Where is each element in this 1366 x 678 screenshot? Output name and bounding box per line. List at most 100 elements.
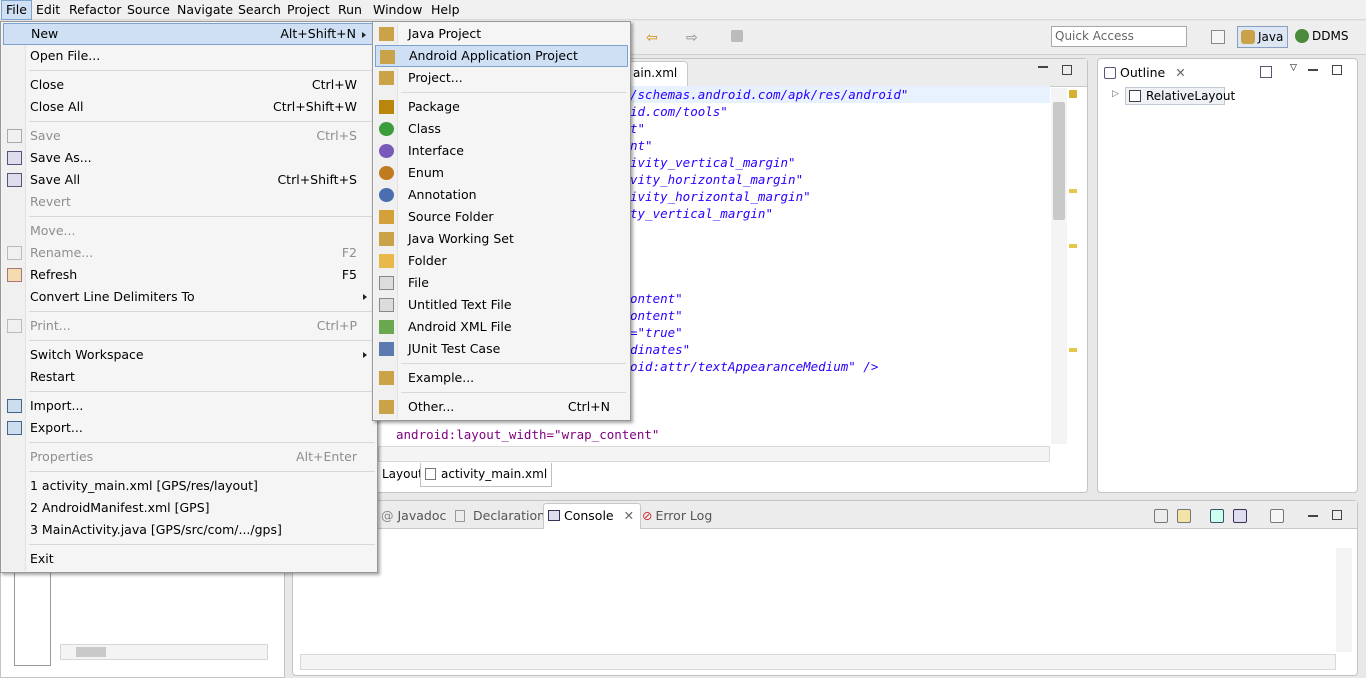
menu-item-example[interactable]: Example... bbox=[375, 367, 628, 389]
menu-item-revert[interactable]: Revert bbox=[3, 191, 375, 213]
menu-refactor[interactable]: Refactor bbox=[65, 0, 125, 20]
menu-item-switch-workspace[interactable]: Switch Workspace bbox=[3, 344, 375, 366]
explorer-horizontal-scrollbar[interactable] bbox=[60, 644, 268, 660]
menu-project[interactable]: Project bbox=[283, 0, 334, 20]
overview-marker[interactable] bbox=[1069, 189, 1077, 193]
menu-edit[interactable]: Edit bbox=[32, 0, 64, 20]
outline-tab[interactable]: Outline ✕ bbox=[1100, 61, 1194, 85]
menu-navigate[interactable]: Navigate bbox=[173, 0, 237, 20]
minimize-icon[interactable] bbox=[1308, 69, 1318, 71]
perspective-java[interactable]: Java bbox=[1237, 26, 1289, 48]
tree-item-relativelayout[interactable]: RelativeLayout bbox=[1125, 87, 1235, 105]
menu-item-android-xml-file[interactable]: Android XML File bbox=[375, 316, 628, 338]
menu-item-save-all[interactable]: Save All Ctrl+Shift+S bbox=[3, 169, 375, 191]
menu-item-properties[interactable]: Properties Alt+Enter bbox=[3, 446, 375, 468]
menu-item-convert-line-delimiters[interactable]: Convert Line Delimiters To bbox=[3, 286, 375, 308]
display-console-icon[interactable] bbox=[1233, 509, 1247, 523]
menu-item-interface[interactable]: Interface bbox=[375, 140, 628, 162]
menu-item-folder[interactable]: Folder bbox=[375, 250, 628, 272]
menu-item-rename[interactable]: Rename... F2 bbox=[3, 242, 375, 264]
menu-item-project[interactable]: Project... bbox=[375, 67, 628, 89]
menu-run[interactable]: Run bbox=[334, 0, 366, 20]
menu-item-android-application-project[interactable]: Android Application Project bbox=[375, 45, 628, 67]
menu-item-exit[interactable]: Exit bbox=[3, 548, 375, 570]
minimize-icon[interactable] bbox=[1308, 515, 1318, 517]
menu-item-junit-test-case[interactable]: JUnit Test Case bbox=[375, 338, 628, 360]
minimize-icon[interactable] bbox=[1038, 66, 1048, 68]
code-line[interactable]: oid:attr/textAppearanceMedium" /> bbox=[630, 358, 878, 375]
menu-item-package[interactable]: Package bbox=[375, 96, 628, 118]
menu-item-untitled-text-file[interactable]: Untitled Text File bbox=[375, 294, 628, 316]
menu-window[interactable]: Window bbox=[369, 0, 426, 20]
code-line[interactable]: ontent" bbox=[630, 307, 683, 324]
menu-item-enum[interactable]: Enum bbox=[375, 162, 628, 184]
menu-item-file[interactable]: File bbox=[375, 272, 628, 294]
code-line[interactable]: nt" bbox=[630, 137, 653, 154]
code-line[interactable]: ="true" bbox=[630, 324, 683, 341]
menu-item-recent-3[interactable]: 3 MainActivity.java [GPS/src/com/.../gps… bbox=[3, 519, 375, 541]
menu-item-restart[interactable]: Restart bbox=[3, 366, 375, 388]
menu-item-class[interactable]: Class bbox=[375, 118, 628, 140]
maximize-icon[interactable] bbox=[1062, 65, 1072, 75]
menu-item-print[interactable]: Print... Ctrl+P bbox=[3, 315, 375, 337]
menu-item-source-folder[interactable]: Source Folder bbox=[375, 206, 628, 228]
menu-item-open-file[interactable]: Open File... bbox=[3, 45, 375, 67]
menu-help[interactable]: Help bbox=[427, 0, 464, 20]
menu-item-java-project[interactable]: Java Project bbox=[375, 23, 628, 45]
console-vertical-scrollbar[interactable] bbox=[1336, 548, 1352, 652]
menu-item-export[interactable]: Export... bbox=[3, 417, 375, 439]
code-line[interactable]: ivity_vertical_margin" bbox=[630, 154, 796, 171]
tree-expand-icon[interactable]: ▷ bbox=[1112, 89, 1119, 99]
menu-source[interactable]: Source bbox=[123, 0, 174, 20]
editor-scroll-thumb[interactable] bbox=[1053, 102, 1065, 220]
menu-item-import[interactable]: Import... bbox=[3, 395, 375, 417]
console-horizontal-scrollbar[interactable] bbox=[300, 654, 1336, 670]
menu-search[interactable]: Search bbox=[234, 0, 285, 20]
code-line[interactable]: t" bbox=[630, 120, 645, 137]
close-icon[interactable]: ✕ bbox=[1175, 65, 1185, 80]
code-line[interactable]: /schemas.android.com/apk/res/android" bbox=[630, 86, 908, 103]
explorer-scroll-thumb[interactable] bbox=[76, 647, 106, 657]
editor-horizontal-scrollbar[interactable] bbox=[378, 446, 1050, 462]
menu-item-save-as[interactable]: Save As... bbox=[3, 147, 375, 169]
overview-marker[interactable] bbox=[1069, 348, 1077, 352]
tab-activity-main-xml[interactable]: activity_main.xml bbox=[420, 463, 553, 487]
back-arrow-icon[interactable]: ⇦ bbox=[646, 30, 658, 46]
code-line[interactable]: id.com/tools" bbox=[630, 103, 728, 120]
code-line[interactable]: vity_horizontal_margin" bbox=[630, 171, 803, 188]
menu-item-refresh[interactable]: Refresh F5 bbox=[3, 264, 375, 286]
maximize-icon[interactable] bbox=[1332, 65, 1342, 75]
quick-access-input[interactable]: Quick Access bbox=[1051, 26, 1187, 47]
open-perspective-icon[interactable] bbox=[1211, 30, 1225, 44]
menu-item-new[interactable]: New Alt+Shift+N bbox=[3, 23, 375, 45]
editor-tab[interactable]: ain.xml bbox=[628, 61, 689, 87]
open-console-icon[interactable] bbox=[1270, 509, 1284, 523]
tab-declaration[interactable]: Declaration bbox=[455, 508, 545, 523]
menu-item-annotation[interactable]: Annotation bbox=[375, 184, 628, 206]
menu-item-close[interactable]: Close Ctrl+W bbox=[3, 74, 375, 96]
scroll-lock-icon[interactable] bbox=[1177, 509, 1191, 523]
menu-item-recent-1[interactable]: 1 activity_main.xml [GPS/res/layout] bbox=[3, 475, 375, 497]
tab-error-log[interactable]: ⊘ Error Log bbox=[642, 508, 712, 523]
clear-console-icon[interactable] bbox=[1154, 509, 1168, 523]
menu-file[interactable]: File bbox=[1, 0, 32, 20]
tab-javadoc[interactable]: @ Javadoc bbox=[381, 508, 446, 523]
code-line[interactable]: ivity_horizontal_margin" bbox=[630, 188, 811, 205]
outline-view-menu-icon[interactable] bbox=[1260, 66, 1272, 78]
chevron-down-icon[interactable]: ▽ bbox=[1290, 63, 1297, 73]
overview-marker[interactable] bbox=[1069, 244, 1077, 248]
menu-item-close-all[interactable]: Close All Ctrl+Shift+W bbox=[3, 96, 375, 118]
tab-console[interactable]: Console ✕ bbox=[543, 503, 642, 529]
pin-editor-icon[interactable] bbox=[731, 30, 743, 42]
code-line[interactable]: android:layout_width="wrap_content" bbox=[396, 426, 659, 443]
close-icon[interactable]: ✕ bbox=[624, 508, 634, 523]
package-explorer-tree[interactable] bbox=[14, 570, 51, 666]
pin-console-icon[interactable] bbox=[1210, 509, 1224, 523]
menu-item-save[interactable]: Save Ctrl+S bbox=[3, 125, 375, 147]
menu-item-move[interactable]: Move... bbox=[3, 220, 375, 242]
maximize-icon[interactable] bbox=[1332, 510, 1342, 520]
menu-item-recent-2[interactable]: 2 AndroidManifest.xml [GPS] bbox=[3, 497, 375, 519]
code-line[interactable]: dinates" bbox=[630, 341, 690, 358]
perspective-ddms[interactable]: DDMS bbox=[1292, 26, 1352, 48]
code-line[interactable]: ty_vertical_margin" bbox=[630, 205, 773, 222]
